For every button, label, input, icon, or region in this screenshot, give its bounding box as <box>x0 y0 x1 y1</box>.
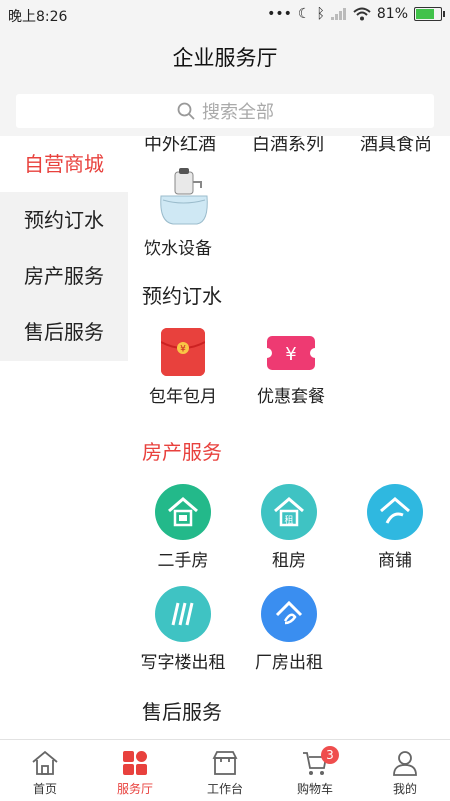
grid-item-water-equipment[interactable]: 饮水设备 <box>128 166 238 259</box>
grid-item-label: 写字楼出租 <box>140 653 226 673</box>
tab-label: 首页 <box>32 782 57 796</box>
svg-text:租: 租 <box>284 515 293 526</box>
factory-icon <box>261 586 317 642</box>
tab-label: 购物车 <box>296 782 333 796</box>
cut-row: 中外红酒 白酒系列 酒具食尚 <box>128 136 450 158</box>
sidebar-item-aftersales[interactable]: 售后服务 <box>0 304 128 360</box>
grid-item-label: 厂房出租 <box>255 653 323 673</box>
grid-item-second-hand-house[interactable]: 二手房 <box>128 484 238 571</box>
section-title-aftersales: 售后服务 <box>142 700 222 724</box>
page-title: 企业服务厅 <box>172 46 278 70</box>
grid-item-drinkware[interactable]: 酒具食尚 <box>360 136 432 156</box>
tab-label: 工作台 <box>206 782 243 796</box>
grid-item-label: 包年包月 <box>149 387 217 407</box>
grid-item-rent-house[interactable]: 租 租房 <box>234 484 344 571</box>
shop-icon <box>367 484 423 540</box>
search-icon <box>177 102 195 120</box>
sidebar-item-mall[interactable]: 自营商城 <box>0 136 128 192</box>
rent-house-icon: 租 <box>261 484 317 540</box>
grid-item-label: 商铺 <box>378 551 412 571</box>
battery-icon <box>414 7 445 21</box>
workbench-icon <box>212 751 238 775</box>
category-sidebar: 自营商城 预约订水 房产服务 售后服务 <box>0 136 128 361</box>
profile-icon <box>393 751 417 776</box>
tab-service-hall[interactable]: 服务厅 <box>90 740 180 801</box>
sidebar-item-water[interactable]: 预约订水 <box>0 192 128 248</box>
cart-badge: 3 <box>321 746 339 764</box>
tab-workbench[interactable]: 工作台 <box>180 740 270 801</box>
office-icon <box>155 586 211 642</box>
home-icon <box>32 750 58 775</box>
category-content: 中外红酒 白酒系列 酒具食尚 饮水设备 预约订水 ¥ 包年包月 ¥ 优惠套餐 房… <box>128 136 450 739</box>
search-placeholder: 搜索全部 <box>202 102 274 123</box>
svg-text:¥: ¥ <box>285 344 296 365</box>
grid-item-label: 租房 <box>272 551 306 571</box>
grid-item-label: 饮水设备 <box>144 239 212 259</box>
signal-icon <box>330 8 346 20</box>
tab-label: 服务厅 <box>116 782 153 796</box>
more-dots-icon: ••• <box>267 6 292 22</box>
grid-item-factory[interactable]: 厂房出租 <box>234 586 344 673</box>
grid-item-office[interactable]: 写字楼出租 <box>128 586 238 673</box>
search-input[interactable]: 搜索全部 <box>16 94 434 128</box>
status-bar: 晚上8:26 ••• ☾ ᛒ 81% <box>0 0 450 30</box>
tab-profile[interactable]: 我的 <box>360 740 450 801</box>
page-header: 企业服务厅 <box>0 30 450 86</box>
service-grid-icon <box>123 751 147 775</box>
sidebar-item-realestate[interactable]: 房产服务 <box>0 248 128 304</box>
grid-item-discount-package[interactable]: ¥ 优惠套餐 <box>236 328 346 407</box>
water-dispenser-icon <box>153 166 213 228</box>
grid-item-shop[interactable]: 商铺 <box>340 484 450 571</box>
svg-text:¥: ¥ <box>180 345 186 355</box>
tab-cart[interactable]: 3 购物车 <box>270 740 360 801</box>
tab-home[interactable]: 首页 <box>0 740 90 801</box>
bottom-tab-bar: 首页 服务厅 工作台 3 购物车 我的 <box>0 739 450 801</box>
coupon-icon: ¥ <box>263 328 319 376</box>
section-title-realestate: 房产服务 <box>142 440 222 464</box>
wifi-icon <box>353 7 371 21</box>
house-icon <box>155 484 211 540</box>
grid-item-label: 优惠套餐 <box>257 387 325 407</box>
battery-fill <box>416 9 434 19</box>
moon-icon: ☾ <box>297 6 311 22</box>
grid-item-liquor[interactable]: 白酒系列 <box>252 136 324 156</box>
grid-item-label: 二手房 <box>157 551 209 571</box>
red-envelope-icon: ¥ <box>161 328 205 376</box>
grid-item-wine[interactable]: 中外红酒 <box>144 136 216 156</box>
status-time: 晚上8:26 <box>8 9 68 25</box>
tab-label: 我的 <box>392 782 417 796</box>
grid-item-annual-plan[interactable]: ¥ 包年包月 <box>128 328 238 407</box>
search-bar: 搜索全部 <box>0 86 450 136</box>
status-right: ••• ☾ ᛒ 81% <box>267 6 445 22</box>
section-title-water: 预约订水 <box>142 284 222 308</box>
bluetooth-icon: ᛒ <box>316 6 325 22</box>
battery-percent: 81% <box>376 6 408 22</box>
